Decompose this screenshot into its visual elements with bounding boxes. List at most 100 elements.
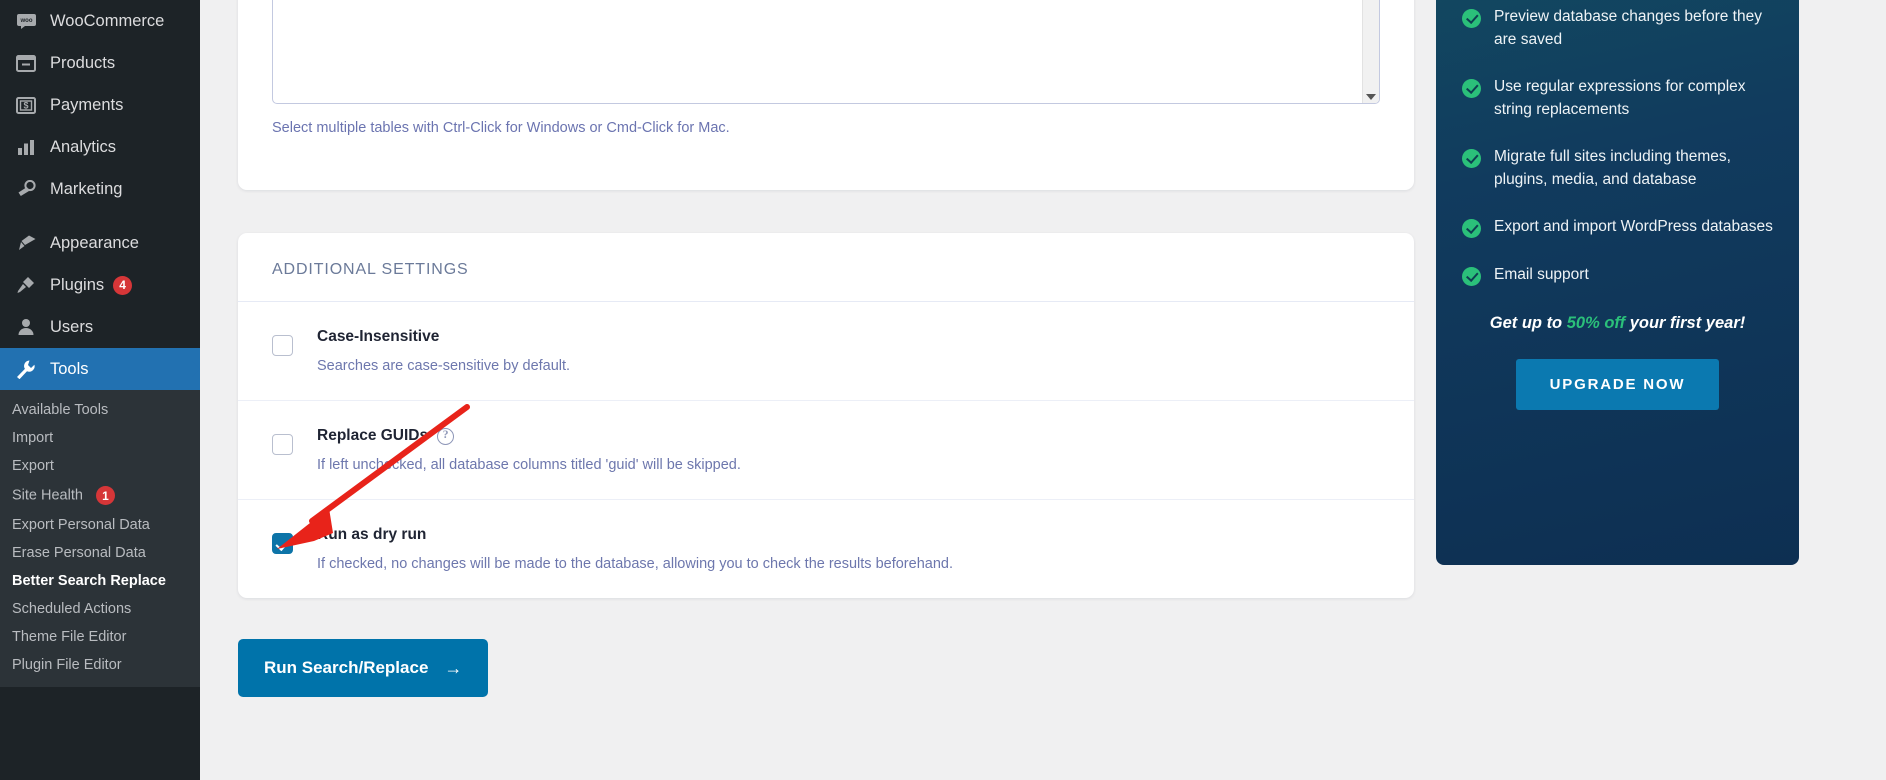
setting-row-replace-guids: Replace GUIDs ? If left unchecked, all d… bbox=[238, 401, 1414, 500]
chevron-down-icon[interactable] bbox=[1366, 94, 1376, 100]
submenu-item-site-health[interactable]: Site Health 1 bbox=[0, 480, 200, 511]
tables-multiselect[interactable]: wp_comments (0.02 MB) wp_gla_attribute_m… bbox=[272, 0, 1380, 104]
setting-title-text: Case-Insensitive bbox=[317, 328, 440, 345]
sidebar-label: Tools bbox=[50, 359, 89, 378]
users-icon bbox=[12, 318, 40, 336]
promo-feature-item: Migrate full sites including themes, plu… bbox=[1462, 146, 1773, 191]
additional-settings-header: ADDITIONAL SETTINGS bbox=[238, 233, 1414, 302]
sidebar-label: Users bbox=[50, 317, 94, 336]
check-circle-icon bbox=[1462, 219, 1481, 238]
submenu-label: Erase Personal Data bbox=[12, 545, 146, 561]
arrow-right-icon: → bbox=[444, 658, 463, 678]
promo-feature-list: Preview database changes before they are… bbox=[1462, 0, 1773, 286]
promo-feature-text: Preview database changes before they are… bbox=[1494, 8, 1762, 48]
woo-icon: woo bbox=[12, 13, 40, 29]
plugins-icon bbox=[12, 276, 40, 294]
sidebar-item-analytics[interactable]: Analytics bbox=[0, 126, 200, 168]
submenu-item-available-tools[interactable]: Available Tools bbox=[0, 396, 200, 424]
submenu-label: Site Health bbox=[12, 487, 83, 504]
promo-column: Preview database changes before they are… bbox=[1436, 0, 1886, 780]
case-insensitive-checkbox[interactable] bbox=[272, 335, 293, 356]
products-icon bbox=[12, 54, 40, 72]
setting-text: Case-Insensitive Searches are case-sensi… bbox=[317, 326, 570, 376]
sidebar-item-products[interactable]: Products bbox=[0, 42, 200, 84]
submenu-label: Scheduled Actions bbox=[12, 601, 132, 617]
promo-feature-text: Migrate full sites including themes, plu… bbox=[1494, 148, 1731, 188]
tools-icon bbox=[12, 360, 40, 379]
sidebar-item-users[interactable]: Users bbox=[0, 306, 200, 348]
setting-row-dry-run: Run as dry run If checked, no changes wi… bbox=[238, 500, 1414, 598]
submenu-label: Better Search Replace bbox=[12, 573, 166, 589]
check-circle-icon bbox=[1462, 149, 1481, 168]
submenu-item-export-personal-data[interactable]: Export Personal Data bbox=[0, 511, 200, 539]
tables-scrollbar[interactable] bbox=[1362, 0, 1379, 103]
site-health-badge: 1 bbox=[95, 486, 115, 505]
sidebar-label: Marketing bbox=[50, 179, 123, 198]
submenu-item-plugin-file-editor[interactable]: Plugin File Editor bbox=[0, 651, 200, 679]
promo-feature-item: Email support bbox=[1462, 264, 1773, 287]
setting-description: If checked, no changes will be made to t… bbox=[317, 556, 953, 572]
additional-settings-title: ADDITIONAL SETTINGS bbox=[272, 261, 469, 278]
sidebar-label: WooCommerce bbox=[50, 11, 165, 30]
submenu-label: Import bbox=[12, 430, 54, 446]
promo-feature-text: Email support bbox=[1494, 265, 1589, 283]
sidebar-item-woocommerce[interactable]: woo WooCommerce bbox=[0, 0, 200, 42]
sidebar-item-appearance[interactable]: Appearance bbox=[0, 222, 200, 264]
sidebar-divider bbox=[0, 210, 200, 222]
sidebar-label: Payments bbox=[50, 95, 124, 114]
admin-sidebar: woo WooCommerce Products $ Payments Anal… bbox=[0, 0, 200, 780]
submenu-item-theme-file-editor[interactable]: Theme File Editor bbox=[0, 623, 200, 651]
run-button-label: Run Search/Replace bbox=[264, 658, 429, 677]
additional-settings-card: ADDITIONAL SETTINGS Case-Insensitive Sea… bbox=[238, 233, 1414, 598]
help-question-icon[interactable]: ? bbox=[437, 427, 455, 445]
sidebar-item-marketing[interactable]: Marketing bbox=[0, 168, 200, 210]
promo-feature-item: Preview database changes before they are… bbox=[1462, 6, 1773, 51]
content-column: wp_comments (0.02 MB) wp_gla_attribute_m… bbox=[200, 0, 1436, 780]
setting-text: Replace GUIDs ? If left unchecked, all d… bbox=[317, 425, 741, 475]
submenu-item-export[interactable]: Export bbox=[0, 452, 200, 480]
submenu-item-import[interactable]: Import bbox=[0, 424, 200, 452]
upgrade-promo-panel: Preview database changes before they are… bbox=[1436, 0, 1799, 565]
page-root: woo WooCommerce Products $ Payments Anal… bbox=[0, 0, 1886, 780]
submenu-label: Theme File Editor bbox=[12, 629, 127, 645]
appearance-icon bbox=[12, 234, 40, 252]
promo-feature-text: Export and import WordPress databases bbox=[1494, 218, 1773, 235]
sidebar-label: Plugins bbox=[50, 275, 105, 294]
check-circle-icon bbox=[1462, 79, 1481, 98]
sidebar-label: Analytics bbox=[50, 137, 117, 156]
select-tables-card: wp_comments (0.02 MB) wp_gla_attribute_m… bbox=[238, 0, 1414, 190]
submenu-item-better-search-replace[interactable]: Better Search Replace bbox=[0, 567, 200, 595]
sidebar-item-payments[interactable]: $ Payments bbox=[0, 84, 200, 126]
sidebar-label: Appearance bbox=[50, 233, 139, 252]
submenu-label: Export Personal Data bbox=[12, 517, 150, 533]
setting-description: If left unchecked, all database columns … bbox=[317, 457, 741, 473]
sidebar-label: Products bbox=[50, 53, 116, 72]
sidebar-item-tools[interactable]: Tools bbox=[0, 348, 200, 390]
setting-title: Case-Insensitive bbox=[317, 326, 570, 348]
check-circle-icon bbox=[1462, 9, 1481, 28]
check-circle-icon bbox=[1462, 266, 1481, 286]
submenu-item-scheduled-actions[interactable]: Scheduled Actions bbox=[0, 595, 200, 623]
setting-text: Run as dry run If checked, no changes wi… bbox=[317, 524, 953, 574]
main-area: wp_comments (0.02 MB) wp_gla_attribute_m… bbox=[200, 0, 1886, 780]
promo-feature-item: Export and import WordPress databases bbox=[1462, 216, 1773, 239]
submenu-item-erase-personal-data[interactable]: Erase Personal Data bbox=[0, 539, 200, 567]
submenu-label: Plugin File Editor bbox=[12, 657, 122, 673]
run-search-replace-button[interactable]: Run Search/Replace → bbox=[238, 639, 489, 697]
promo-feature-text: Use regular expressions for complex stri… bbox=[1494, 78, 1746, 118]
sidebar-primary-group: woo WooCommerce Products $ Payments Anal… bbox=[0, 0, 200, 390]
replace-guids-checkbox[interactable] bbox=[272, 434, 293, 455]
dry-run-checkbox[interactable] bbox=[272, 533, 293, 554]
setting-title: Replace GUIDs ? bbox=[317, 425, 741, 447]
sidebar-item-plugins[interactable]: Plugins 4 bbox=[0, 264, 200, 306]
submenu-label: Export bbox=[12, 458, 54, 474]
promo-offer-prefix: Get up to bbox=[1489, 314, 1567, 332]
plugins-update-badge: 4 bbox=[113, 275, 133, 295]
setting-title-text: Replace GUIDs bbox=[317, 427, 429, 444]
svg-text:woo: woo bbox=[19, 18, 32, 24]
tools-submenu: Available Tools Import Export Site Healt… bbox=[0, 390, 200, 687]
setting-title-text: Run as dry run bbox=[317, 526, 427, 543]
upgrade-now-button[interactable]: UPGRADE NOW bbox=[1515, 359, 1720, 410]
tables-helper-text: Select multiple tables with Ctrl-Click f… bbox=[272, 120, 730, 136]
marketing-icon bbox=[12, 180, 40, 198]
